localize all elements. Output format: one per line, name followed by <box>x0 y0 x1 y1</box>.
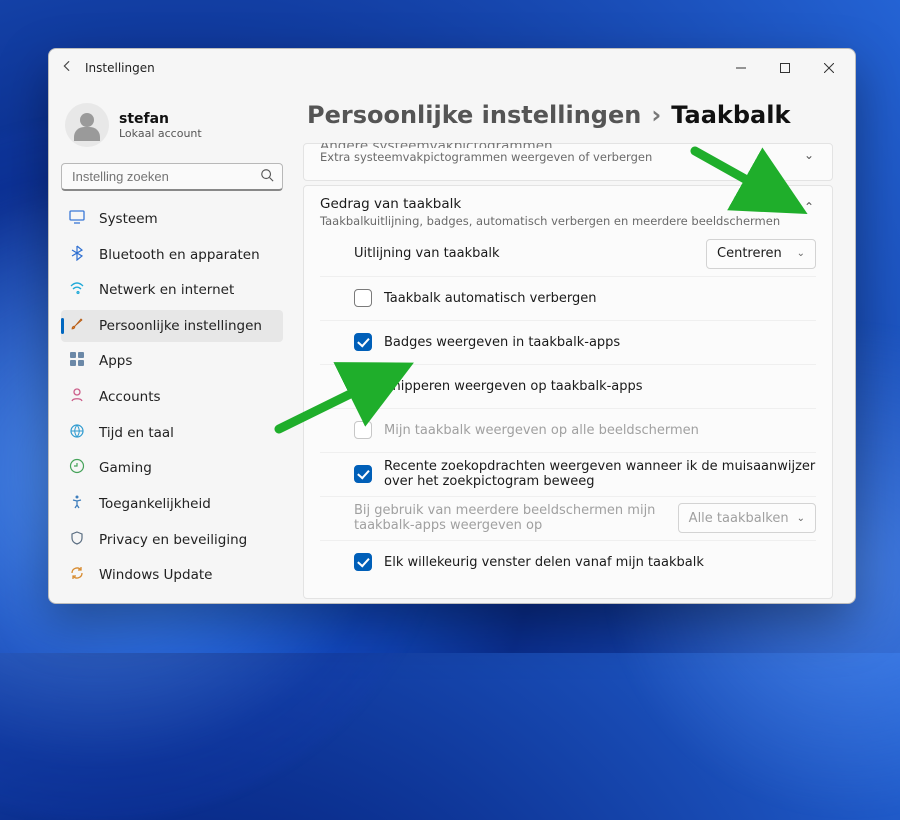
minimize-button[interactable] <box>719 53 763 83</box>
sidebar-item-label: Gaming <box>99 460 152 476</box>
search-field[interactable] <box>61 163 283 191</box>
card-taskbar-behaviour: Gedrag van taakbalk Taakbalkuitlijning, … <box>303 185 833 599</box>
main-pane: Persoonlijke instellingen › Taakbalk And… <box>295 87 855 603</box>
sidebar-item-label: Bluetooth en apparaten <box>99 247 260 263</box>
setting-label: Uitlijning van taakbalk <box>354 246 694 261</box>
accessibility-icon <box>69 494 85 514</box>
setting-alignment: Uitlijning van taakbalk Centreren ⌄ <box>320 232 816 276</box>
setting-all-displays: Mijn taakbalk weergeven op alle beeldsch… <box>320 408 816 452</box>
setting-label: Mijn taakbalk weergeven op alle beeldsch… <box>384 423 816 438</box>
setting-label: Elk willekeurig venster delen vanaf mijn… <box>384 555 816 570</box>
sidebar-item-label: Persoonlijke instellingen <box>99 318 262 334</box>
update-icon <box>69 565 85 585</box>
search-icon <box>260 168 274 186</box>
sidebar-item-bluetooth[interactable]: Bluetooth en apparaten <box>61 239 283 271</box>
checkbox-all-displays <box>354 421 372 439</box>
breadcrumb-current: Taakbalk <box>671 101 790 129</box>
card-header[interactable]: Gedrag van taakbalk Taakbalkuitlijning, … <box>320 196 816 230</box>
sidebar-item-label: Toegankelijkheid <box>99 496 211 512</box>
breadcrumb-parent[interactable]: Persoonlijke instellingen <box>307 101 641 129</box>
maximize-button[interactable] <box>763 53 807 83</box>
close-button[interactable] <box>807 53 851 83</box>
setting-share-window[interactable]: Elk willekeurig venster delen vanaf mijn… <box>320 540 816 584</box>
sidebar-item-label: Systeem <box>99 211 158 227</box>
setting-flash[interactable]: Knipperen weergeven op taakbalk-apps <box>320 364 816 408</box>
checkbox-auto-hide[interactable] <box>354 289 372 307</box>
shield-icon <box>69 530 85 550</box>
select-value: Centreren <box>717 246 782 261</box>
chevron-up-icon[interactable]: ⌃ <box>802 196 816 218</box>
bluetooth-icon <box>69 245 85 265</box>
chevron-down-icon: ⌄ <box>797 513 805 524</box>
brush-icon <box>69 316 85 336</box>
sidebar-item-label: Accounts <box>99 389 161 405</box>
chevron-right-icon: › <box>651 101 661 129</box>
setting-recent-search[interactable]: Recente zoekopdrachten weergeven wanneer… <box>320 452 816 496</box>
breadcrumb: Persoonlijke instellingen › Taakbalk <box>303 87 833 143</box>
sidebar-item-label: Privacy en beveiliging <box>99 532 247 548</box>
settings-window: Instellingen stefan Lokaal account <box>48 48 856 604</box>
card-other-tray-icons[interactable]: Andere systeemvakpictogrammen Extra syst… <box>303 143 833 181</box>
user-block[interactable]: stefan Lokaal account <box>61 95 283 159</box>
sidebar-item-privacy[interactable]: Privacy en beveiliging <box>61 524 283 556</box>
setting-label: Badges weergeven in taakbalk-apps <box>384 335 816 350</box>
chevron-down-icon: ⌄ <box>797 248 805 259</box>
setting-badges[interactable]: Badges weergeven in taakbalk-apps <box>320 320 816 364</box>
sidebar-item-label: Apps <box>99 353 132 369</box>
sidebar-item-system[interactable]: Systeem <box>61 203 283 235</box>
apps-icon <box>69 351 85 371</box>
setting-label: Bij gebruik van meerdere beeldschermen m… <box>354 503 666 533</box>
gaming-icon <box>69 458 85 478</box>
chevron-down-icon[interactable]: ⌄ <box>802 144 816 166</box>
checkbox-badges[interactable] <box>354 333 372 351</box>
checkbox-recent-search[interactable] <box>354 465 372 483</box>
avatar <box>65 103 109 147</box>
card-subtitle: Extra systeemvakpictogrammen weergeven o… <box>320 150 802 166</box>
sidebar-item-network[interactable]: Netwerk en internet <box>61 274 283 306</box>
sidebar-item-update[interactable]: Windows Update <box>61 559 283 591</box>
sidebar-item-time[interactable]: Tijd en taal <box>61 417 283 449</box>
sidebar-item-accounts[interactable]: Accounts <box>61 381 283 413</box>
sidebar-item-label: Tijd en taal <box>99 425 174 441</box>
setting-label: Knipperen weergeven op taakbalk-apps <box>384 379 816 394</box>
system-icon <box>69 209 85 229</box>
globe-icon <box>69 423 85 443</box>
sidebar-item-apps[interactable]: Apps <box>61 346 283 378</box>
multi-display-select: Alle taakbalken ⌄ <box>678 503 816 533</box>
sidebar-item-gaming[interactable]: Gaming <box>61 452 283 484</box>
card-title: Gedrag van taakbalk <box>320 196 802 212</box>
user-subtitle: Lokaal account <box>119 127 202 140</box>
search-input[interactable] <box>70 168 260 185</box>
accounts-icon <box>69 387 85 407</box>
wifi-icon <box>69 280 85 300</box>
checkbox-share-window[interactable] <box>354 553 372 571</box>
setting-label: Taakbalk automatisch verbergen <box>384 291 816 306</box>
sidebar-item-personalization[interactable]: Persoonlijke instellingen <box>61 310 283 342</box>
setting-label: Recente zoekopdrachten weergeven wanneer… <box>384 459 816 489</box>
sidebar-item-accessibility[interactable]: Toegankelijkheid <box>61 488 283 520</box>
user-name: stefan <box>119 111 202 127</box>
checkbox-flash[interactable] <box>354 377 372 395</box>
card-subtitle: Taakbalkuitlijning, badges, automatisch … <box>320 214 802 230</box>
titlebar: Instellingen <box>49 49 855 87</box>
back-button[interactable] <box>53 59 81 77</box>
select-value: Alle taakbalken <box>689 511 789 526</box>
setting-multi-display-apps: Bij gebruik van meerdere beeldschermen m… <box>320 496 816 540</box>
sidebar-item-label: Netwerk en internet <box>99 282 234 298</box>
card-title: Andere systeemvakpictogrammen <box>320 143 802 148</box>
window-title: Instellingen <box>85 61 155 75</box>
alignment-select[interactable]: Centreren ⌄ <box>706 239 816 269</box>
setting-auto-hide[interactable]: Taakbalk automatisch verbergen <box>320 276 816 320</box>
sidebar-item-label: Windows Update <box>99 567 212 583</box>
sidebar: stefan Lokaal account Systeem Bluetooth … <box>49 87 295 603</box>
